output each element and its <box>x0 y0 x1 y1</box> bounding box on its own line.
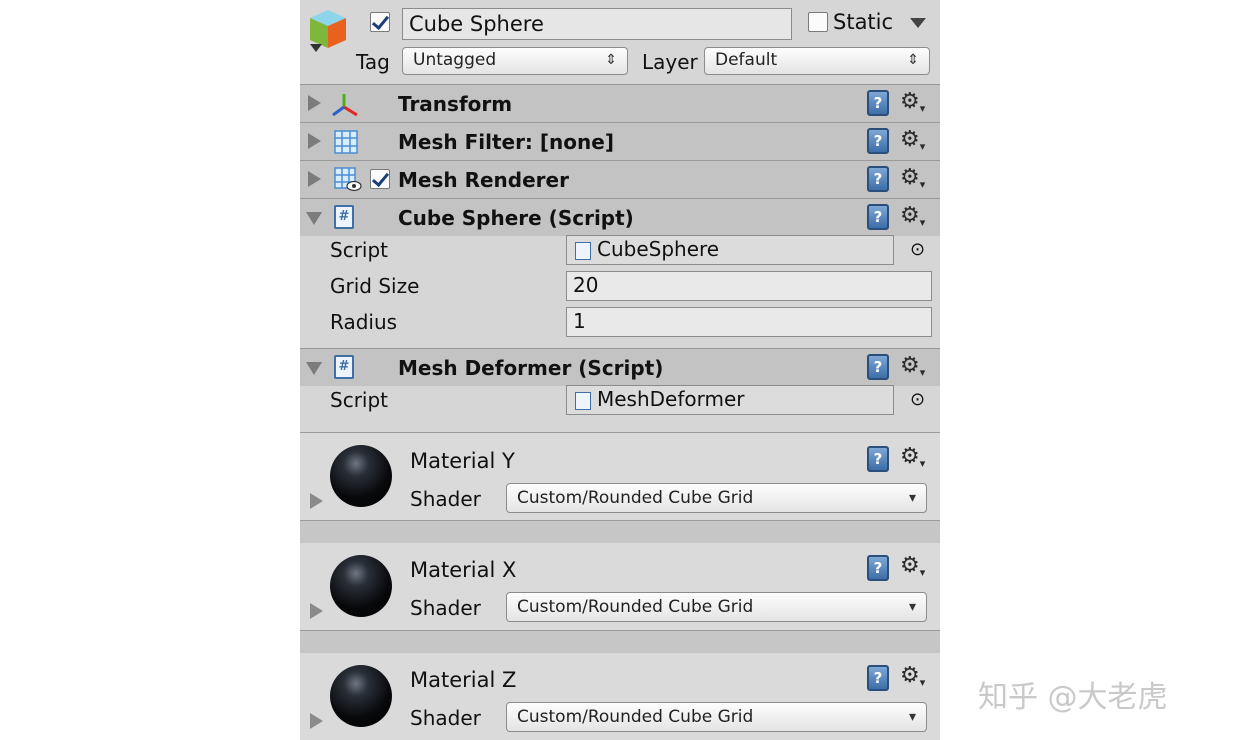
static-checkbox[interactable] <box>808 12 828 32</box>
gear-icon[interactable]: ⚙▾ <box>900 554 925 585</box>
script-file-icon <box>575 242 591 260</box>
material-name: Material Z <box>410 668 517 692</box>
layer-popup-arrows-icon: ⇕ <box>907 52 919 68</box>
material-section: Material X Shader Custom/Rounded Cube Gr… <box>300 543 940 631</box>
object-name-field[interactable]: Cube Sphere <box>402 8 792 40</box>
grid-size-input[interactable]: 20 <box>566 271 932 301</box>
field-label: Grid Size <box>330 274 420 298</box>
component-title: Mesh Renderer <box>398 168 569 192</box>
script-value: CubeSphere <box>597 237 720 261</box>
mesh-filter-grid-icon <box>334 130 358 154</box>
material-name: Material Y <box>410 449 515 473</box>
shader-dropdown[interactable]: Custom/Rounded Cube Grid ▾ <box>506 483 927 513</box>
material-section: Material Y Shader Custom/Rounded Cube Gr… <box>300 432 940 521</box>
script-value: MeshDeformer <box>597 387 745 411</box>
gear-icon[interactable]: ⚙▾ <box>900 90 925 121</box>
field-label: Script <box>330 388 389 412</box>
field-label: Script <box>330 238 389 262</box>
fold-right-icon[interactable] <box>308 95 321 111</box>
fold-right-icon[interactable] <box>310 603 323 619</box>
shader-dropdown[interactable]: Custom/Rounded Cube Grid ▾ <box>506 702 927 732</box>
watermark: 知乎 @大老虎 <box>978 680 1168 715</box>
component-title: Mesh Deformer (Script) <box>398 356 664 380</box>
material-preview-sphere <box>330 555 392 617</box>
help-icon[interactable]: ? <box>867 354 889 380</box>
gear-icon[interactable]: ⚙▾ <box>900 128 925 159</box>
static-label: Static <box>833 10 894 34</box>
help-icon[interactable]: ? <box>867 90 889 116</box>
dropdown-arrow-icon: ▾ <box>908 599 916 615</box>
component-header-transform[interactable]: Transform ? ⚙▾ <box>300 84 940 122</box>
material-name: Material X <box>410 558 517 582</box>
object-picker-icon[interactable]: ⊙ <box>910 238 925 262</box>
object-picker-icon[interactable]: ⊙ <box>910 388 925 412</box>
csharp-script-icon: # <box>334 355 354 379</box>
component-title: Transform <box>398 92 513 116</box>
component-header-cube-sphere[interactable]: # Cube Sphere (Script) ? ⚙▾ <box>300 198 940 236</box>
fold-right-icon[interactable] <box>310 493 323 509</box>
material-preview-sphere <box>330 665 392 727</box>
material-preview-sphere <box>330 445 392 507</box>
transform-axes-icon <box>330 91 362 119</box>
field-label: Radius <box>330 310 398 334</box>
gear-icon[interactable]: ⚙▾ <box>900 204 925 235</box>
shader-label: Shader <box>410 487 481 511</box>
shader-label: Shader <box>410 706 481 730</box>
script-file-icon <box>575 392 591 410</box>
fold-right-icon[interactable] <box>310 713 323 729</box>
gear-icon[interactable]: ⚙▾ <box>900 166 925 197</box>
layer-label: Layer <box>642 50 698 74</box>
component-header-mesh-filter[interactable]: Mesh Filter: [none] ? ⚙▾ <box>300 122 940 160</box>
tag-dropdown[interactable]: Untagged ⇕ <box>402 47 628 75</box>
fold-down-icon[interactable] <box>306 212 322 225</box>
fold-right-icon[interactable] <box>308 171 321 187</box>
component-title: Mesh Filter: [none] <box>398 130 614 154</box>
fold-down-icon[interactable] <box>306 362 322 375</box>
help-icon[interactable]: ? <box>867 128 889 154</box>
inspector-panel: Cube Sphere Static Tag Untagged ⇕ Layer … <box>300 0 940 740</box>
script-reference-field[interactable]: CubeSphere <box>566 235 894 265</box>
section-divider <box>300 520 940 544</box>
shader-value: Custom/Rounded Cube Grid <box>517 597 754 617</box>
component-header-mesh-deformer[interactable]: # Mesh Deformer (Script) ? ⚙▾ <box>300 348 940 386</box>
help-icon[interactable]: ? <box>867 446 889 472</box>
gameobject-cube-icon <box>306 8 350 54</box>
mesh-renderer-icon <box>334 167 362 193</box>
static-dropdown-icon[interactable] <box>910 18 926 28</box>
help-icon[interactable]: ? <box>867 555 889 581</box>
radius-input[interactable]: 1 <box>566 307 932 337</box>
script-reference-field[interactable]: MeshDeformer <box>566 385 894 415</box>
tag-label: Tag <box>356 50 390 74</box>
gear-icon[interactable]: ⚙▾ <box>900 664 925 695</box>
dropdown-arrow-icon: ▾ <box>908 709 916 725</box>
mesh-renderer-enabled-checkbox[interactable] <box>370 169 390 189</box>
shader-dropdown[interactable]: Custom/Rounded Cube Grid ▾ <box>506 592 927 622</box>
shader-value: Custom/Rounded Cube Grid <box>517 488 754 508</box>
csharp-script-icon: # <box>334 205 354 229</box>
layer-value: Default <box>715 50 778 70</box>
gear-icon[interactable]: ⚙▾ <box>900 445 925 476</box>
help-icon[interactable]: ? <box>867 665 889 691</box>
tag-value: Untagged <box>413 50 497 70</box>
component-header-mesh-renderer[interactable]: Mesh Renderer ? ⚙▾ <box>300 160 940 198</box>
shader-label: Shader <box>410 596 481 620</box>
active-checkbox[interactable] <box>370 12 390 32</box>
fold-right-icon[interactable] <box>308 133 321 149</box>
gear-icon[interactable]: ⚙▾ <box>900 354 925 385</box>
dropdown-arrow-icon: ▾ <box>908 490 916 506</box>
section-divider <box>300 630 940 654</box>
help-icon[interactable]: ? <box>867 204 889 230</box>
help-icon[interactable]: ? <box>867 166 889 192</box>
shader-value: Custom/Rounded Cube Grid <box>517 707 754 727</box>
tag-popup-arrows-icon: ⇕ <box>605 52 617 68</box>
material-section: Material Z Shader Custom/Rounded Cube Gr… <box>300 653 940 740</box>
component-title: Cube Sphere (Script) <box>398 206 634 230</box>
layer-dropdown[interactable]: Default ⇕ <box>704 47 930 75</box>
